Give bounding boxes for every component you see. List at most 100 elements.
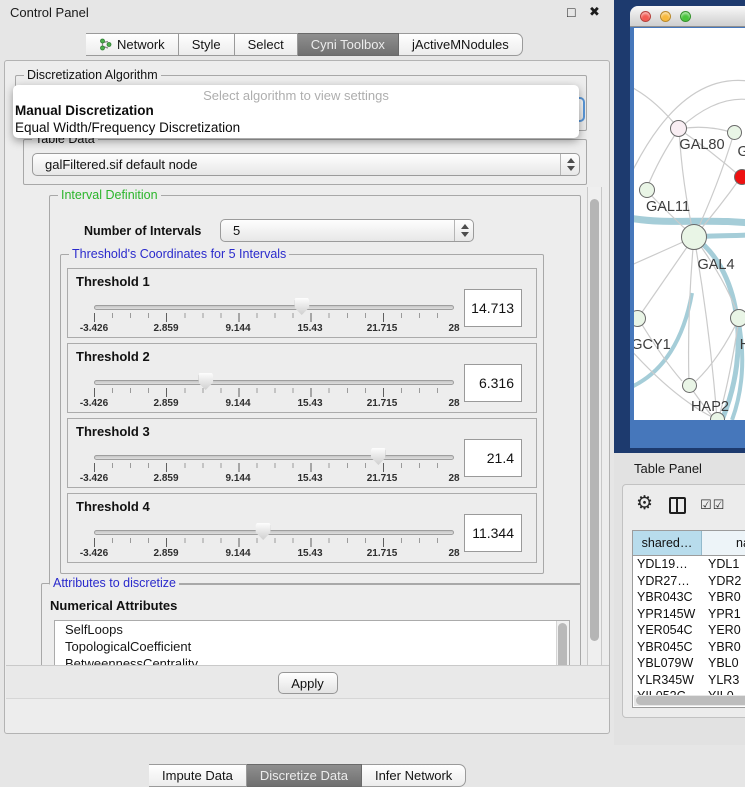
- tab-label: Style: [192, 37, 221, 52]
- tab-label: Network: [117, 37, 165, 52]
- network-node[interactable]: [734, 169, 745, 185]
- combo-value: 5: [221, 223, 454, 238]
- slider-ticks: [94, 538, 454, 547]
- table-cell[interactable]: YDL1: [702, 556, 745, 573]
- tab[interactable]: Impute Data: [149, 764, 247, 787]
- tick-label: 15.43: [297, 398, 322, 409]
- table-row[interactable]: YLR345W YLR3: [633, 672, 745, 689]
- threshold-2-slider[interactable]: -3.4262.8599.14415.4321.71528: [88, 366, 460, 412]
- table-cell[interactable]: YBL079W: [633, 655, 702, 672]
- settings-gear-icon[interactable]: ⚙: [636, 492, 653, 515]
- threshold-4-panel: Threshold 4 -3.4262.8599.14415.4321.7152…: [67, 493, 537, 563]
- combo-stepper-icon[interactable]: [454, 220, 473, 241]
- table-cell[interactable]: YLR345W: [633, 672, 702, 689]
- minimize-traffic-light-icon[interactable]: [660, 11, 671, 22]
- table-row[interactable]: YBL079W YBL0: [633, 655, 745, 672]
- threshold-value-field[interactable]: 6.316: [464, 364, 522, 402]
- network-window: GAL80 GA C GAL11 GAL4 GCY1: [630, 6, 745, 448]
- apply-button[interactable]: Apply: [278, 672, 338, 694]
- threshold-label: Threshold 4: [76, 499, 150, 514]
- network-node[interactable]: [681, 224, 707, 250]
- float-window-icon[interactable]: □: [567, 4, 575, 20]
- table-row[interactable]: YPR145W YPR1: [633, 606, 745, 623]
- select-columns-checkbox-icons[interactable]: ☑☑: [700, 497, 725, 513]
- network-node[interactable]: [670, 120, 687, 137]
- tab[interactable]: jActiveMNodules: [399, 33, 523, 56]
- network-node[interactable]: [682, 378, 697, 393]
- tick-label: -3.426: [80, 323, 108, 334]
- threshold-3-panel: Threshold 3 -3.4262.8599.14415.4321.7152…: [67, 418, 537, 488]
- table-cell[interactable]: YDR27…: [633, 573, 702, 590]
- table-data-combo[interactable]: galFiltered.sif default node: [32, 153, 580, 176]
- tab-label: Cyni Toolbox: [311, 37, 385, 52]
- table-cell[interactable]: YBL0: [702, 655, 745, 672]
- network-node[interactable]: [710, 412, 725, 420]
- table-cell[interactable]: YLR3: [702, 672, 745, 689]
- tab[interactable]: Style: [179, 33, 235, 56]
- list-scrollbar[interactable]: [556, 621, 569, 665]
- threshold-value-field[interactable]: 21.4: [464, 439, 522, 477]
- tab[interactable]: Cyni Toolbox: [298, 33, 399, 56]
- table-cell[interactable]: YBR0: [702, 639, 745, 656]
- list-item[interactable]: SelfLoops: [55, 621, 569, 638]
- threshold-value-field[interactable]: 11.344: [464, 514, 522, 552]
- table-cell[interactable]: YBR045C: [633, 639, 702, 656]
- node-label: GCY1: [634, 337, 671, 353]
- table-row[interactable]: YBR045C YBR0: [633, 639, 745, 656]
- table-cell[interactable]: YPR145W: [633, 606, 702, 623]
- close-icon[interactable]: ✖: [589, 4, 600, 20]
- panel-scrollbar[interactable]: [587, 187, 602, 665]
- tab-label: Discretize Data: [260, 768, 348, 783]
- threshold-4-slider[interactable]: -3.4262.8599.14415.4321.71528: [88, 516, 460, 562]
- tab[interactable]: Infer Network: [362, 764, 466, 787]
- tab[interactable]: Select: [235, 33, 298, 56]
- columns-layout-icon[interactable]: [669, 497, 686, 514]
- number-of-intervals-combo[interactable]: 5: [220, 219, 474, 242]
- table-cell[interactable]: YER054C: [633, 622, 702, 639]
- table-row[interactable]: YDL19… YDL1: [633, 556, 745, 573]
- column-header[interactable]: shared…: [633, 531, 702, 555]
- network-node[interactable]: [727, 125, 742, 140]
- table-cell[interactable]: YBR043C: [633, 589, 702, 606]
- threshold-3-slider[interactable]: -3.4262.8599.14415.4321.71528: [88, 441, 460, 487]
- network-node[interactable]: [730, 309, 745, 327]
- threshold-label: Threshold 3: [76, 424, 150, 439]
- network-node[interactable]: [639, 182, 655, 198]
- settings-scroll-area: Interval Definition Number of Intervals …: [7, 187, 585, 665]
- dropdown-item[interactable]: Equal Width/Frequency Discretization: [13, 119, 579, 136]
- slider-track[interactable]: [94, 530, 454, 535]
- table-cell[interactable]: YER0: [702, 622, 745, 639]
- bottom-tab-bar: Impute Data Discretize Data Infer Networ…: [149, 764, 466, 787]
- slider-track[interactable]: [94, 305, 454, 310]
- table-horizontal-scrollbar[interactable]: [634, 695, 745, 706]
- tab[interactable]: Network: [86, 33, 179, 56]
- table-row[interactable]: YER054C YER0: [633, 622, 745, 639]
- numerical-attributes-list: SelfLoopsTopologicalCoefficientBetweenne…: [54, 620, 570, 665]
- threshold-value-field[interactable]: 14.713: [464, 289, 522, 327]
- close-traffic-light-icon[interactable]: [640, 11, 651, 22]
- table-row[interactable]: YDR27… YDR2: [633, 573, 745, 590]
- threshold-1-slider[interactable]: -3.4262.8599.14415.4321.71528: [88, 291, 460, 337]
- table-cell[interactable]: YBR0: [702, 589, 745, 606]
- dropdown-item[interactable]: Manual Discretization: [13, 102, 579, 119]
- network-window-titlebar[interactable]: [630, 6, 745, 27]
- combo-value: galFiltered.sif default node: [33, 157, 560, 172]
- table-cell[interactable]: YDR2: [702, 573, 745, 590]
- zoom-traffic-light-icon[interactable]: [680, 11, 691, 22]
- tab-label: Infer Network: [375, 768, 452, 783]
- list-item[interactable]: TopologicalCoefficient: [55, 638, 569, 655]
- network-canvas[interactable]: GAL80 GA C GAL11 GAL4 GCY1: [634, 28, 745, 420]
- list-item[interactable]: BetweennessCentrality: [55, 655, 569, 665]
- column-header[interactable]: na: [702, 531, 745, 555]
- slider-track[interactable]: [94, 455, 454, 460]
- table-row[interactable]: YBR043C YBR0: [633, 589, 745, 606]
- tick-label: 2.859: [153, 398, 178, 409]
- table-cell[interactable]: YDL19…: [633, 556, 702, 573]
- cyni-toolbox-panel: Discretization Algorithm Select algorith…: [4, 60, 610, 734]
- table-cell[interactable]: YPR1: [702, 606, 745, 623]
- combo-stepper-icon[interactable]: [560, 154, 579, 175]
- tick-label: 21.715: [367, 473, 398, 484]
- slider-track[interactable]: [94, 380, 454, 385]
- tick-label: 15.43: [297, 548, 322, 559]
- tab[interactable]: Discretize Data: [247, 764, 362, 787]
